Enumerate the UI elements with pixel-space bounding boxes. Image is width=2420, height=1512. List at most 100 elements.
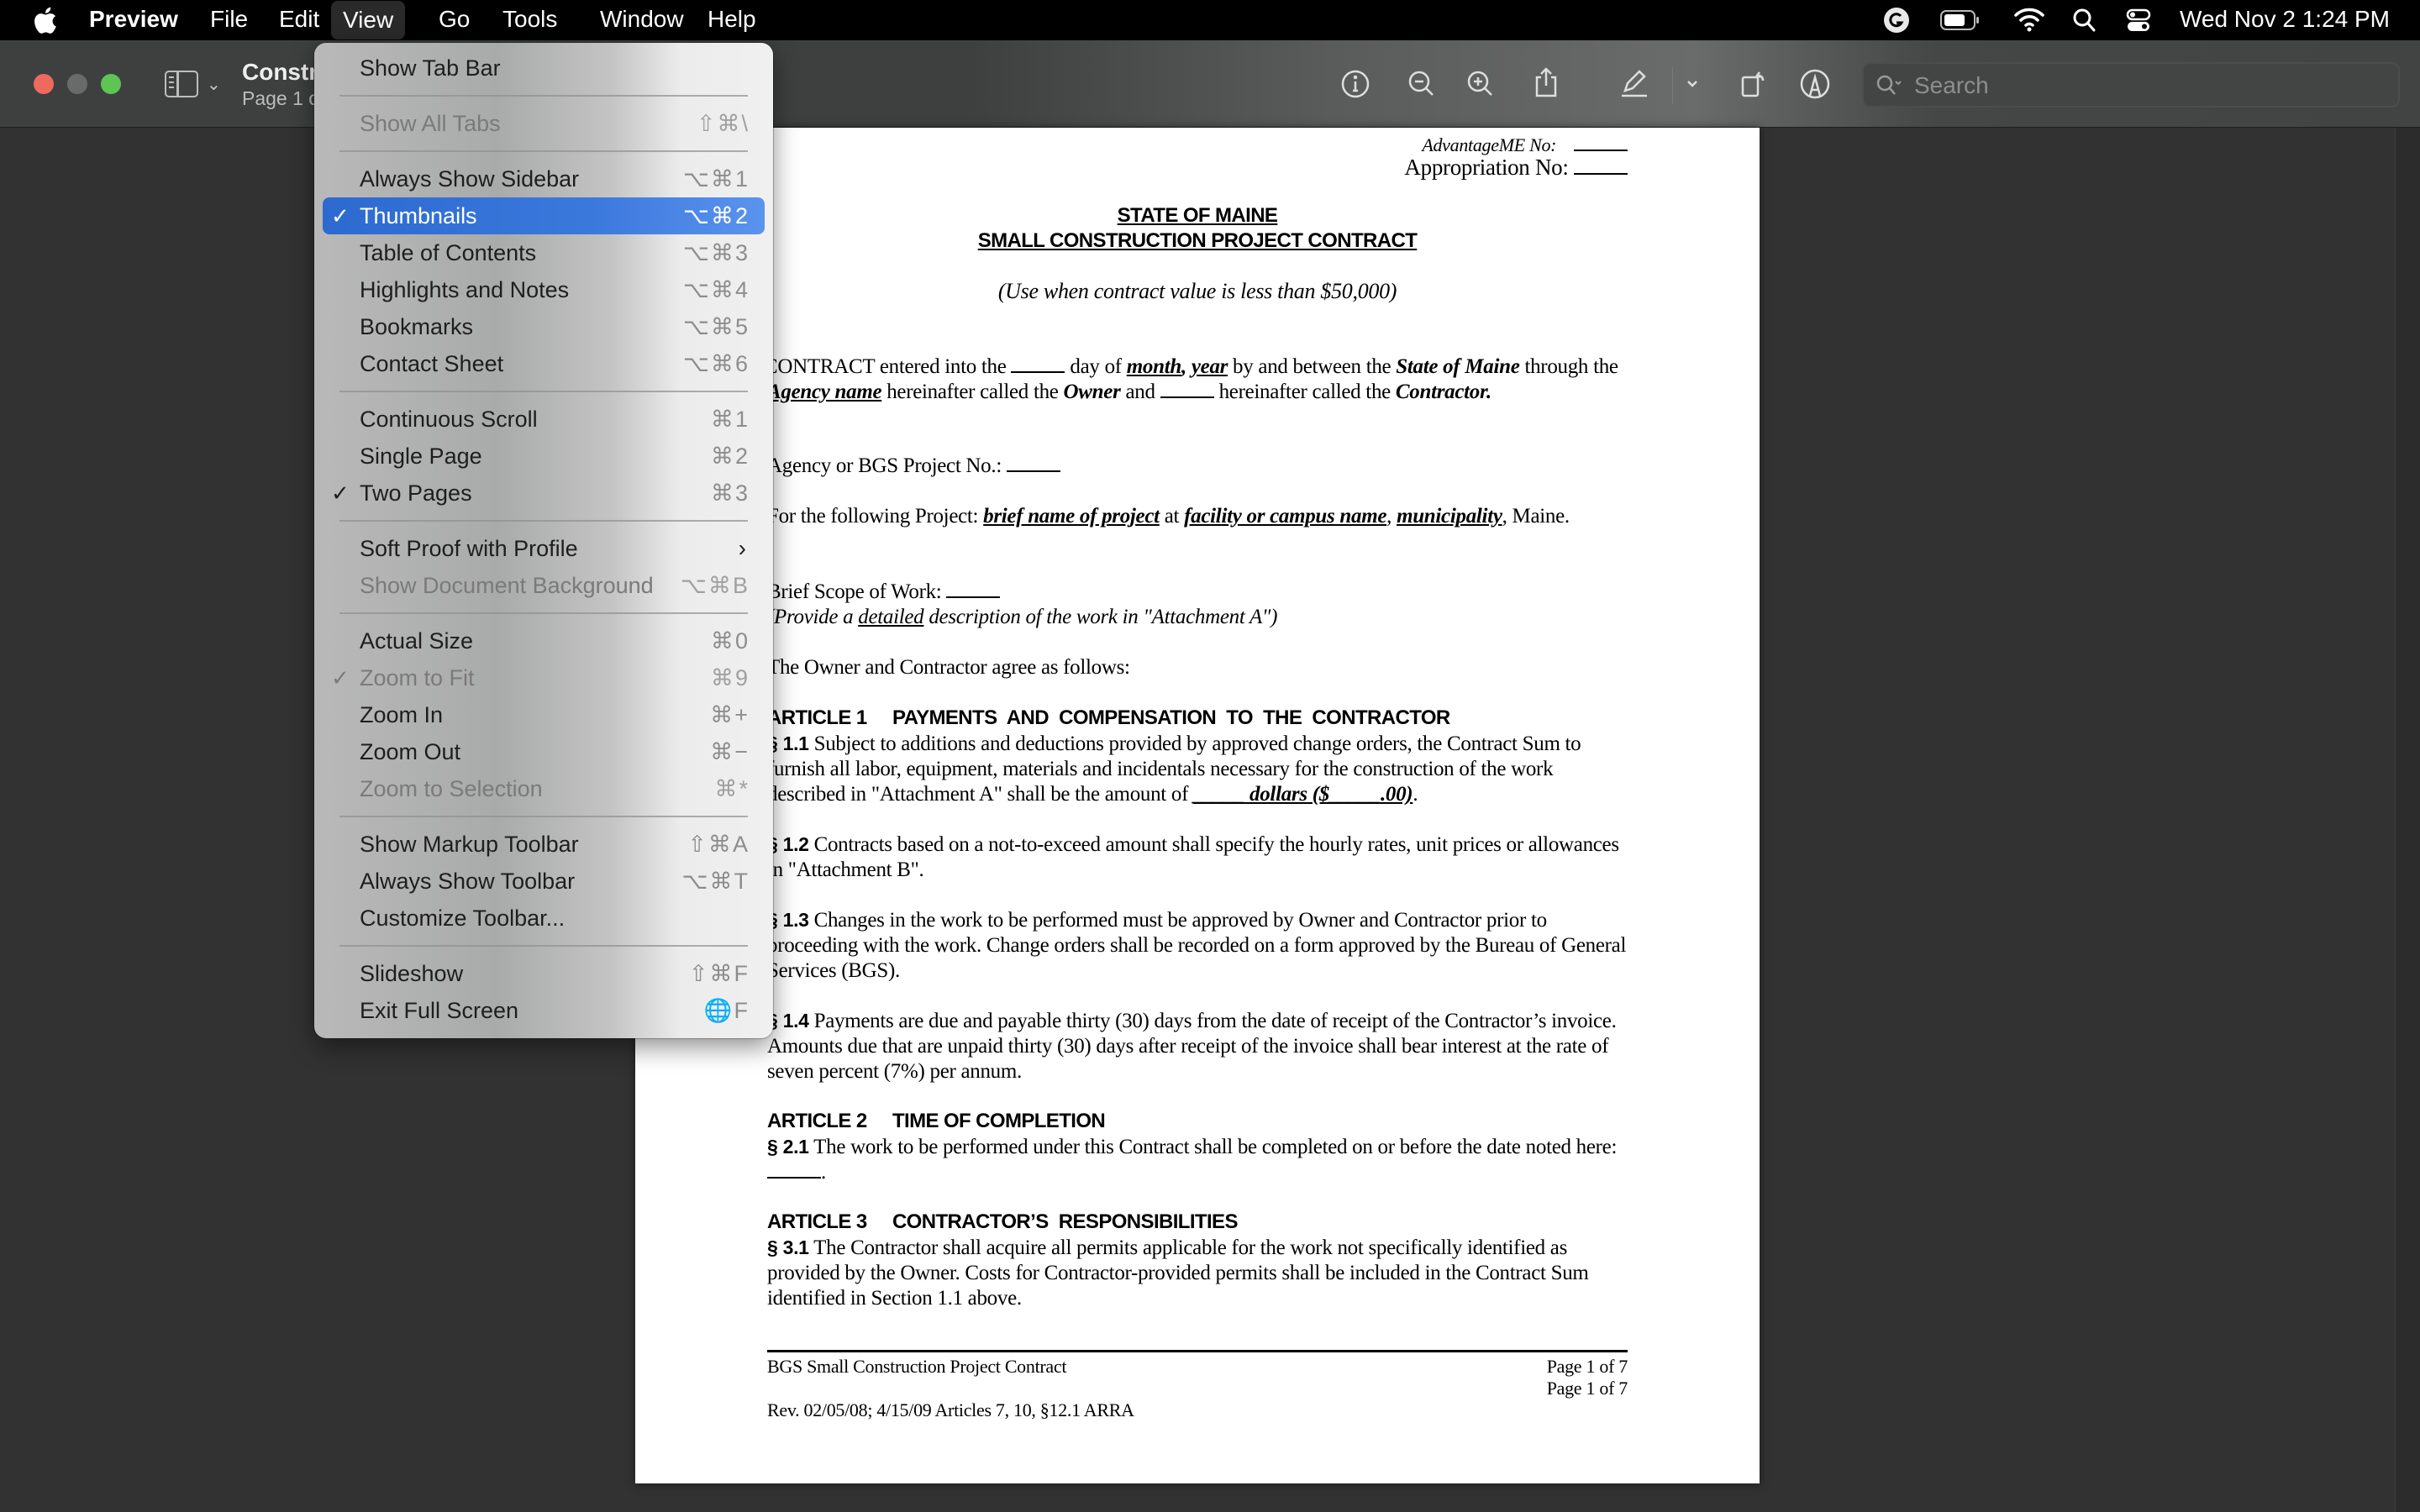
menu-item-highlights-and-notes[interactable]: Highlights and Notes ⌥⌘4	[323, 271, 765, 308]
search-field[interactable]	[1862, 62, 2400, 108]
view-menu-dropdown: Show Tab Bar Show All Tabs ⇧⌘\ Always Show …	[314, 43, 773, 1038]
menu-item-label: Show All Tabs	[360, 111, 501, 136]
section-1-4: § 1.4 Payments are due and payable thirt…	[767, 1010, 1617, 1083]
section-3-1: § 3.1 The Contractor shall acquire all p…	[767, 1236, 1589, 1310]
menubar-go[interactable]: Go	[427, 0, 481, 40]
menu-item-label: Highlights and Notes	[360, 277, 570, 302]
menu-item-always-show-toolbar[interactable]: Always Show Toolbar ⌥⌘T	[323, 863, 765, 900]
menu-separator	[339, 816, 748, 817]
menu-item-label: Zoom to Fit	[360, 665, 475, 690]
spotlight-search-icon[interactable]	[2072, 0, 2097, 40]
menu-item-shortcut: ⌥⌘1	[682, 166, 750, 192]
menu-item-show-markup-toolbar[interactable]: Show Markup Toolbar ⇧⌘A	[323, 826, 765, 863]
menu-item-soft-proof-with-profile[interactable]: Soft Proof with Profile ›	[323, 530, 765, 567]
wifi-icon[interactable]	[2013, 0, 2045, 40]
zoom-in-icon[interactable]	[1464, 67, 1497, 101]
section-1-2: § 1.2 Contracts based on a not-to-exceed…	[767, 833, 1619, 881]
section-1-3: § 1.3 Changes in the work to be performe…	[767, 909, 1627, 982]
menu-item-actual-size[interactable]: Actual Size ⌘0	[323, 622, 765, 659]
document-page-indicator: Page 1 o	[242, 87, 320, 109]
menu-item-label: Bookmarks	[360, 314, 474, 339]
menu-item-always-show-sidebar[interactable]: Always Show Sidebar ⌥⌘1	[323, 160, 765, 197]
menu-item-show-document-background: Show Document Background ⌥⌘B	[323, 567, 765, 604]
footer-left: BGS Small Construction Project Contract	[767, 1356, 1067, 1377]
menu-separator	[339, 150, 748, 152]
sidebar-chevron-down-icon[interactable]: ⌄	[207, 74, 221, 95]
menu-item-shortcut: ⇧⌘F	[688, 961, 750, 986]
search-input[interactable]	[1914, 71, 2385, 101]
menu-item-zoom-out[interactable]: Zoom Out ⌘−	[323, 733, 765, 770]
annotate-icon[interactable]	[1798, 67, 1832, 101]
menubar-window[interactable]: Window	[588, 0, 696, 40]
menu-separator	[339, 391, 748, 392]
grammarly-icon[interactable]	[1882, 0, 1911, 40]
sidebar-toggle-icon[interactable]	[165, 71, 198, 97]
apple-logo-icon[interactable]	[32, 5, 57, 35]
toolbar-divider	[1672, 67, 1673, 104]
menu-item-shortcut: ⌥⌘5	[682, 314, 750, 339]
menu-item-label: Zoom to Selection	[360, 776, 543, 801]
menu-item-table-of-contents[interactable]: Table of Contents ⌥⌘3	[323, 234, 765, 271]
article-1-heading: ARTICLE 1 PAYMENTS AND COMPENSATION TO T…	[767, 706, 1450, 729]
project-number-field: Agency or BGS Project No.:	[767, 454, 1633, 479]
vertical-scrollbar[interactable]	[2395, 128, 2420, 1512]
menu-item-two-pages[interactable]: ✓ Two Pages ⌘3	[323, 475, 765, 512]
menu-item-shortcut: ⇧⌘A	[687, 832, 750, 857]
share-icon[interactable]	[1529, 66, 1563, 99]
menu-item-single-page[interactable]: Single Page ⌘2	[323, 438, 765, 475]
menu-item-label: Table of Contents	[360, 240, 537, 265]
menu-item-label: Thumbnails	[360, 203, 477, 228]
rotate-icon[interactable]	[1736, 66, 1770, 99]
menu-separator	[339, 520, 748, 522]
menubar-file[interactable]: File	[198, 0, 260, 40]
menu-item-shortcut: ⌥⌘T	[681, 869, 750, 894]
menu-item-show-all-tabs: Show All Tabs ⇧⌘\	[323, 105, 765, 142]
menu-separator	[339, 612, 748, 614]
article-3-heading: ARTICLE 3 CONTRACTOR’S RESPONSIBILITIES	[767, 1210, 1238, 1233]
menu-item-zoom-to-selection: Zoom to Selection ⌘*	[323, 770, 765, 807]
menu-item-shortcut: ⌥⌘6	[682, 351, 750, 376]
menubar-app-name[interactable]: Preview	[77, 0, 190, 40]
minimize-window-button[interactable]	[67, 74, 87, 94]
markup-pen-icon[interactable]	[1617, 66, 1650, 99]
project-paragraph: For the following Project: brief name of…	[767, 505, 1570, 528]
menu-item-bookmarks[interactable]: Bookmarks ⌥⌘5	[323, 308, 765, 345]
battery-icon[interactable]	[1939, 0, 1981, 40]
menubar-edit[interactable]: Edit	[267, 0, 331, 40]
menu-item-label: Soft Proof with Profile	[360, 536, 578, 561]
menu-item-zoom-to-fit: ✓ Zoom to Fit ⌘9	[323, 659, 765, 696]
menu-item-label: Exit Full Screen	[360, 998, 519, 1023]
document-title-line-2: SMALL CONSTRUCTION PROJECT CONTRACT	[977, 229, 1418, 252]
menu-item-contact-sheet[interactable]: Contact Sheet ⌥⌘6	[323, 345, 765, 382]
menu-item-label: Zoom In	[360, 702, 444, 727]
menu-separator	[339, 945, 748, 947]
appropriation-field: Appropriation No:	[767, 155, 1628, 180]
menu-item-show-tab-bar[interactable]: Show Tab Bar	[323, 50, 765, 87]
menu-item-label: Continuous Scroll	[360, 407, 538, 432]
section-2-1: § 2.1 The work to be performed under thi…	[767, 1136, 1618, 1184]
menu-item-thumbnails[interactable]: ✓ Thumbnails ⌥⌘2	[323, 197, 765, 234]
menu-item-customize-toolbar[interactable]: Customize Toolbar...	[323, 900, 765, 937]
menu-bar: Preview File Edit View Go Tools Window H…	[0, 0, 2420, 40]
zoom-out-icon[interactable]	[1405, 67, 1439, 101]
close-window-button[interactable]	[34, 74, 54, 94]
menu-item-label: Show Markup Toolbar	[360, 832, 579, 857]
article-2-heading: ARTICLE 2 TIME OF COMPLETION	[767, 1110, 1106, 1132]
menu-item-shortcut: ⌘9	[710, 665, 750, 690]
markup-dropdown-chevron-icon[interactable]	[1676, 67, 1709, 101]
menubar-help[interactable]: Help	[696, 0, 768, 40]
info-icon[interactable]	[1339, 67, 1372, 101]
menu-item-label: Actual Size	[360, 628, 474, 654]
menubar-clock[interactable]: Wed Nov 2 1:24 PM	[2180, 0, 2390, 39]
control-center-icon[interactable]	[2126, 0, 2151, 40]
menu-item-continuous-scroll[interactable]: Continuous Scroll ⌘1	[323, 401, 765, 438]
scope-note: (Provide a detailed description of the w…	[767, 606, 1278, 628]
menu-item-slideshow[interactable]: Slideshow ⇧⌘F	[323, 955, 765, 992]
menu-item-zoom-in[interactable]: Zoom In ⌘+	[323, 696, 765, 733]
maximize-window-button[interactable]	[101, 74, 121, 94]
menu-item-exit-full-screen[interactable]: Exit Full Screen 🌐F	[323, 992, 765, 1029]
menubar-view[interactable]: View	[331, 1, 406, 39]
menubar-tools[interactable]: Tools	[491, 0, 569, 40]
footer-page-number: Page 1 of 7	[1546, 1356, 1628, 1377]
footer-page-number-2: Page 1 of 7	[1546, 1378, 1628, 1399]
